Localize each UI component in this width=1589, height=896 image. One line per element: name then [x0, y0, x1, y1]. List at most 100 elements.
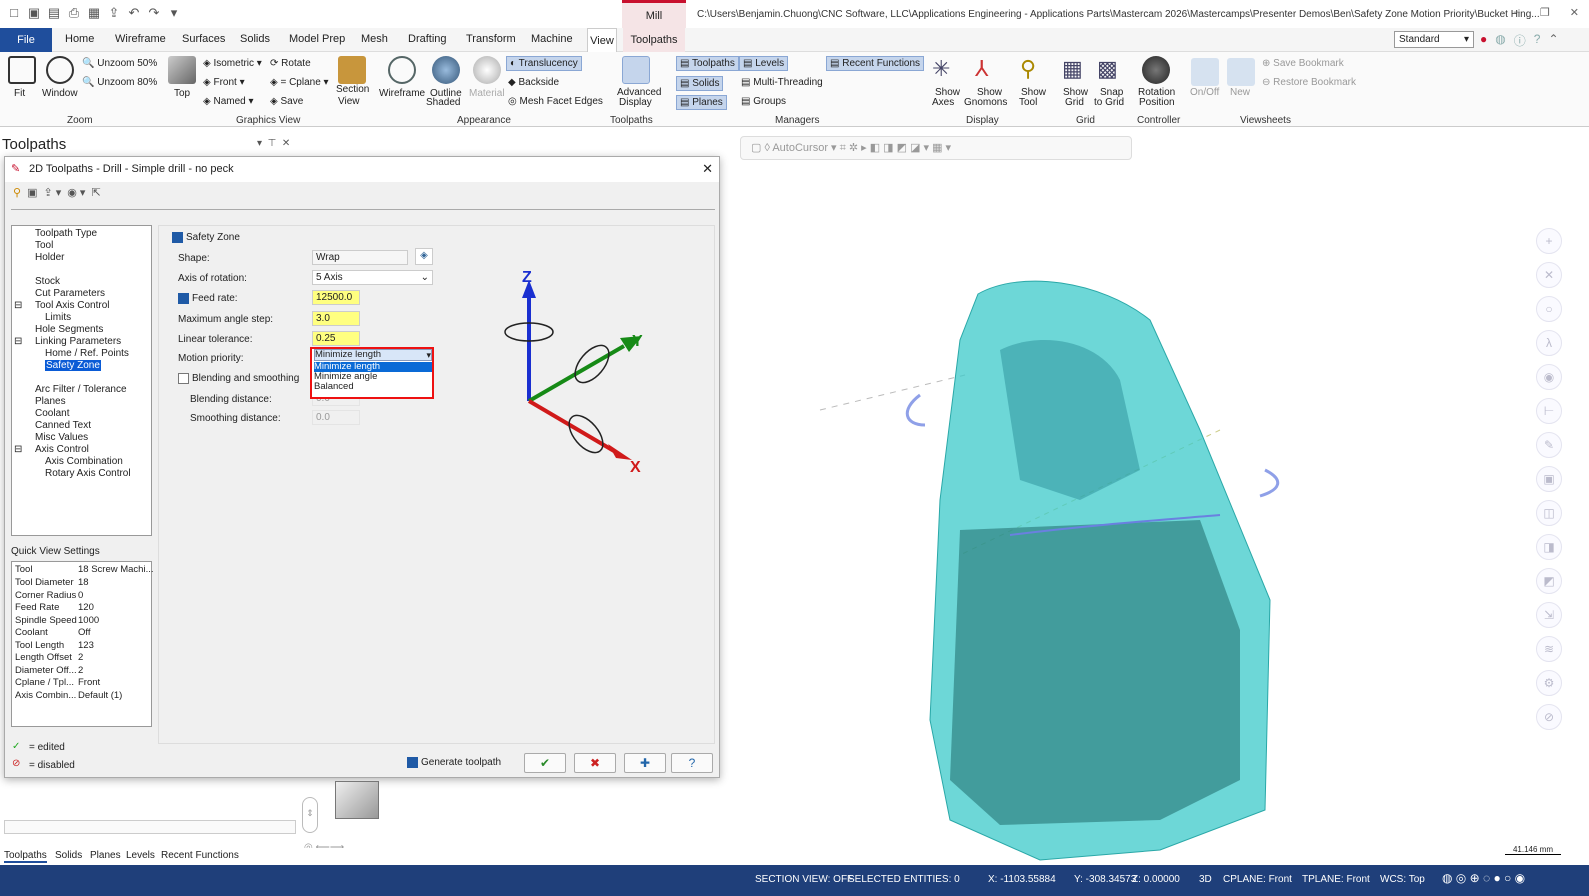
cplane-status[interactable]: CPLANE: Front [1223, 874, 1292, 885]
rotation-position-icon[interactable] [1142, 56, 1170, 84]
close-icon[interactable]: ✕ [1570, 6, 1579, 19]
paint-icon[interactable]: ✎ [1536, 432, 1562, 458]
material-icon[interactable] [473, 56, 501, 84]
save-icon[interactable]: ▣ [26, 5, 42, 21]
advanced-display-icon[interactable] [622, 56, 650, 84]
tree-rotary-axis-control[interactable]: Rotary Axis Control [45, 468, 131, 479]
collapse-ribbon-icon[interactable]: ⌃ [1548, 32, 1558, 49]
generate-toolpath-check[interactable] [407, 757, 418, 768]
minimize-icon[interactable]: – [1514, 6, 1520, 19]
tab-file[interactable]: File [0, 28, 52, 52]
workspace-select[interactable]: Standard ▾ [1394, 31, 1474, 48]
smoothing-distance-field[interactable]: 0.0 [312, 410, 360, 425]
tree-arc-filter[interactable]: Arc Filter / Tolerance [35, 384, 127, 395]
btab-planes[interactable]: Planes [90, 850, 121, 861]
view-icon[interactable]: ◉ [1536, 364, 1562, 390]
wcs-status[interactable]: WCS: Top [1380, 874, 1425, 885]
axis-rotation-select[interactable]: 5 Axis ⌄ [312, 270, 433, 285]
status-view-icons[interactable]: ◍ ◎ ⊕ ◌ ● ○ ◉ [1442, 871, 1525, 885]
top-view-icon[interactable] [168, 56, 196, 84]
open-icon[interactable]: ▤ [46, 5, 62, 21]
btab-solids[interactable]: Solids [55, 850, 82, 861]
feed-rate-field[interactable]: 12500.0 [312, 290, 360, 305]
restore-icon[interactable]: ❐ [1540, 6, 1550, 19]
zoom-in-icon[interactable]: + [1536, 228, 1562, 254]
generate-toolpath-checkbox[interactable]: Generate toolpath [407, 757, 501, 768]
top-view-button[interactable]: Top [174, 88, 190, 99]
motion-priority-selected[interactable]: Minimize length ▾ [314, 349, 432, 361]
feed-rate-checkbox[interactable]: Feed rate: [178, 293, 238, 304]
restore-bookmark-button[interactable]: ⊖ Restore Bookmark [1262, 77, 1356, 88]
btab-toolpaths[interactable]: Toolpaths [4, 850, 47, 863]
feed-rate-check[interactable] [178, 293, 189, 304]
ok-button[interactable]: ✔ [524, 753, 566, 773]
tree-holder[interactable]: Holder [35, 252, 64, 263]
levels-manager-button[interactable]: ▤ Levels [739, 56, 789, 71]
groups-button[interactable]: ▤ Groups [741, 96, 786, 107]
cplane-button[interactable]: ◈ = Cplane ▾ [270, 77, 329, 88]
tree-canned-text[interactable]: Canned Text [35, 420, 91, 431]
window-button[interactable]: Window [42, 88, 78, 99]
settings-icon[interactable]: ⚙ [1536, 670, 1562, 696]
recent-functions-button[interactable]: ▤ Recent Functions [826, 56, 925, 71]
customize-qat-icon[interactable]: ▾ [166, 5, 182, 21]
help-button[interactable]: ? [671, 753, 713, 773]
info-icon[interactable]: ⓘ [1514, 32, 1526, 49]
tree-tool-axis-control[interactable]: Tool Axis Control [35, 300, 109, 311]
show-tool-icon[interactable]: ⚲ [1020, 56, 1036, 82]
btab-levels[interactable]: Levels [126, 850, 155, 861]
dialog-close-icon[interactable]: ✕ [702, 161, 713, 177]
safety-zone-check[interactable] [172, 232, 183, 243]
planes-manager-button[interactable]: ▤ Planes [676, 95, 727, 110]
show-axes-icon[interactable]: ✳ [932, 56, 950, 82]
panel-controls[interactable]: ▾ ⊤ ✕ [257, 138, 290, 149]
linear-tolerance-field[interactable]: 0.25 [312, 331, 360, 346]
graphics-viewport[interactable] [720, 160, 1589, 865]
fit-icon[interactable] [8, 56, 36, 84]
tplane-status[interactable]: TPLANE: Front [1302, 874, 1370, 885]
tool-pin-icon[interactable]: ⚲ [13, 186, 21, 199]
rotate-button[interactable]: ⟳ Rotate [270, 58, 311, 69]
viewsheet-onoff-button[interactable]: On/Off [1190, 87, 1219, 98]
tree-safety-zone[interactable]: Safety Zone [45, 360, 101, 371]
blending-check[interactable] [178, 373, 189, 384]
tab-model-prep[interactable]: Model Prep [289, 33, 345, 45]
show-gnomons-icon[interactable]: ⅄ [975, 56, 988, 82]
curve-icon[interactable]: λ [1536, 330, 1562, 356]
autocursor-label[interactable]: AutoCursor [772, 142, 828, 154]
tree-tool[interactable]: Tool [35, 240, 53, 251]
tab-transform[interactable]: Transform [466, 33, 516, 45]
safety-zone-checkbox[interactable]: Safety Zone [172, 232, 240, 243]
snap-to-grid-icon[interactable]: ▩ [1097, 56, 1118, 82]
color-icon[interactable]: ◨ [1536, 534, 1562, 560]
viewsheet-onoff-icon[interactable] [1191, 58, 1219, 86]
section-view-status[interactable]: SECTION VIEW: OFF [755, 874, 853, 885]
tree-home-ref-points[interactable]: Home / Ref. Points [45, 348, 129, 359]
dialog-pick-icon[interactable]: ⇱ [91, 186, 100, 199]
block-icon[interactable]: ⊘ [1536, 704, 1562, 730]
multithreading-button[interactable]: ▤ Multi-Threading [741, 77, 823, 88]
btab-recent-functions[interactable]: Recent Functions [161, 850, 239, 861]
fit-button[interactable]: Fit [14, 88, 25, 99]
tab-wireframe[interactable]: Wireframe [115, 33, 166, 45]
blending-checkbox[interactable]: Blending and smoothing [178, 373, 299, 384]
outline-shaded-icon[interactable] [432, 56, 460, 84]
viewsheet-new-icon[interactable] [1227, 58, 1255, 86]
help-icon[interactable]: ? [1534, 32, 1541, 49]
tab-machine[interactable]: Machine [531, 33, 573, 45]
tab-solids[interactable]: Solids [240, 33, 270, 45]
solid-icon[interactable]: ▣ [1536, 466, 1562, 492]
translucency-button[interactable]: ◐ Translucency [506, 56, 582, 71]
measure-icon[interactable]: ⊢ [1536, 398, 1562, 424]
copy-icon[interactable]: ◩ [1536, 568, 1562, 594]
tree-cut-parameters[interactable]: Cut Parameters [35, 288, 105, 299]
tree-expand-linking[interactable]: ⊟ [14, 336, 22, 347]
mesh-facet-button[interactable]: ◎ Mesh Facet Edges [508, 96, 603, 107]
panel-scrollbar[interactable] [4, 820, 296, 834]
show-grid-icon[interactable]: ▦ [1062, 56, 1083, 82]
option-balanced[interactable]: Balanced [314, 382, 432, 392]
cancel-button[interactable]: ✖ [574, 753, 616, 773]
section-view-icon[interactable] [338, 56, 366, 84]
tool-icon[interactable]: ✕ [1536, 262, 1562, 288]
save-bookmark-button[interactable]: ⊕ Save Bookmark [1262, 58, 1344, 69]
